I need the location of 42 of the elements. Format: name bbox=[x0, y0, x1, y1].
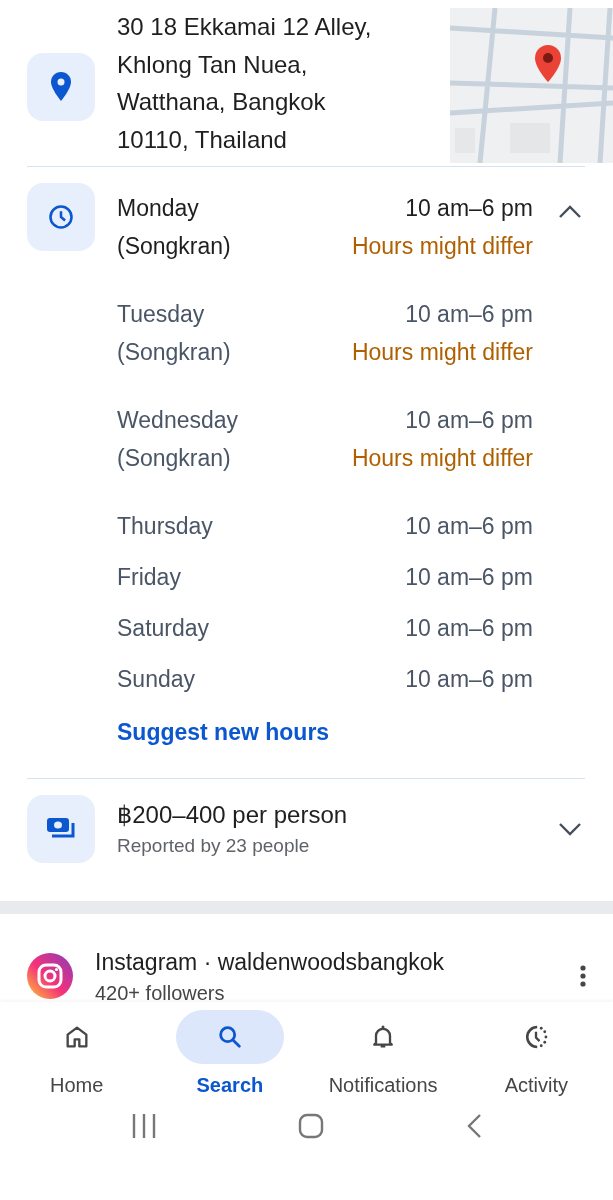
opening-hours: 10 am–6 pm bbox=[405, 563, 533, 592]
more-options-icon[interactable] bbox=[579, 964, 587, 988]
hours-note: Hours might differ bbox=[351, 338, 533, 367]
clock-icon bbox=[47, 203, 75, 231]
home-button-icon[interactable] bbox=[298, 1113, 325, 1139]
opening-hours: 10 am–6 pm bbox=[405, 194, 533, 223]
hours-note: Hours might differ bbox=[351, 444, 533, 473]
day-name: Tuesday bbox=[117, 300, 206, 329]
day-name: Friday bbox=[117, 563, 181, 592]
suggest-hours-link[interactable]: Suggest new hours bbox=[117, 719, 330, 746]
address-line: 30 18 Ekkamai 12 Alley, bbox=[117, 12, 373, 42]
nav-tab[interactable]: Home bbox=[1, 1010, 152, 1097]
address-line: Khlong Tan Nuea, bbox=[117, 49, 309, 80]
holiday-name: (Songkran) bbox=[117, 444, 232, 473]
back-icon[interactable] bbox=[466, 1113, 483, 1139]
nav-tab[interactable]: Activity bbox=[461, 1010, 612, 1097]
chevron-up-icon[interactable] bbox=[558, 205, 582, 219]
location-pin-icon bbox=[49, 71, 73, 103]
holiday-name: (Songkran) bbox=[117, 232, 231, 261]
hours-note: Hours might differ bbox=[351, 232, 533, 261]
social-profile-title[interactable]: Instagram · waldenwoodsbangkok bbox=[95, 945, 557, 979]
chevron-down-icon[interactable] bbox=[558, 822, 582, 836]
day-name: Thursday bbox=[117, 512, 213, 541]
address-line: 10110, Thailand bbox=[117, 124, 288, 155]
recent-apps-icon[interactable] bbox=[130, 1113, 157, 1139]
day-name: Monday bbox=[117, 194, 200, 223]
nav-tab[interactable]: Notifications bbox=[308, 1010, 459, 1097]
holiday-name: (Songkran) bbox=[117, 338, 231, 367]
nav-tab[interactable]: Search bbox=[154, 1010, 305, 1097]
day-name: Saturday bbox=[117, 614, 210, 643]
follower-count: 420+ followers bbox=[95, 980, 226, 1006]
opening-hours: 10 am–6 pm bbox=[405, 665, 533, 694]
opening-hours: 10 am–6 pm bbox=[405, 512, 533, 541]
opening-hours: 10 am–6 pm bbox=[405, 614, 533, 643]
opening-hours: 10 am–6 pm bbox=[405, 300, 533, 329]
price-reports: Reported by 23 people bbox=[117, 834, 311, 858]
day-name: Sunday bbox=[117, 665, 195, 694]
day-name: Wednesday bbox=[117, 406, 239, 435]
address-line: Watthana, Bangkok bbox=[117, 87, 327, 117]
opening-hours: 10 am–6 pm bbox=[405, 406, 533, 435]
price-range: ฿200–400 per person bbox=[117, 800, 349, 830]
instagram-icon bbox=[27, 953, 73, 999]
